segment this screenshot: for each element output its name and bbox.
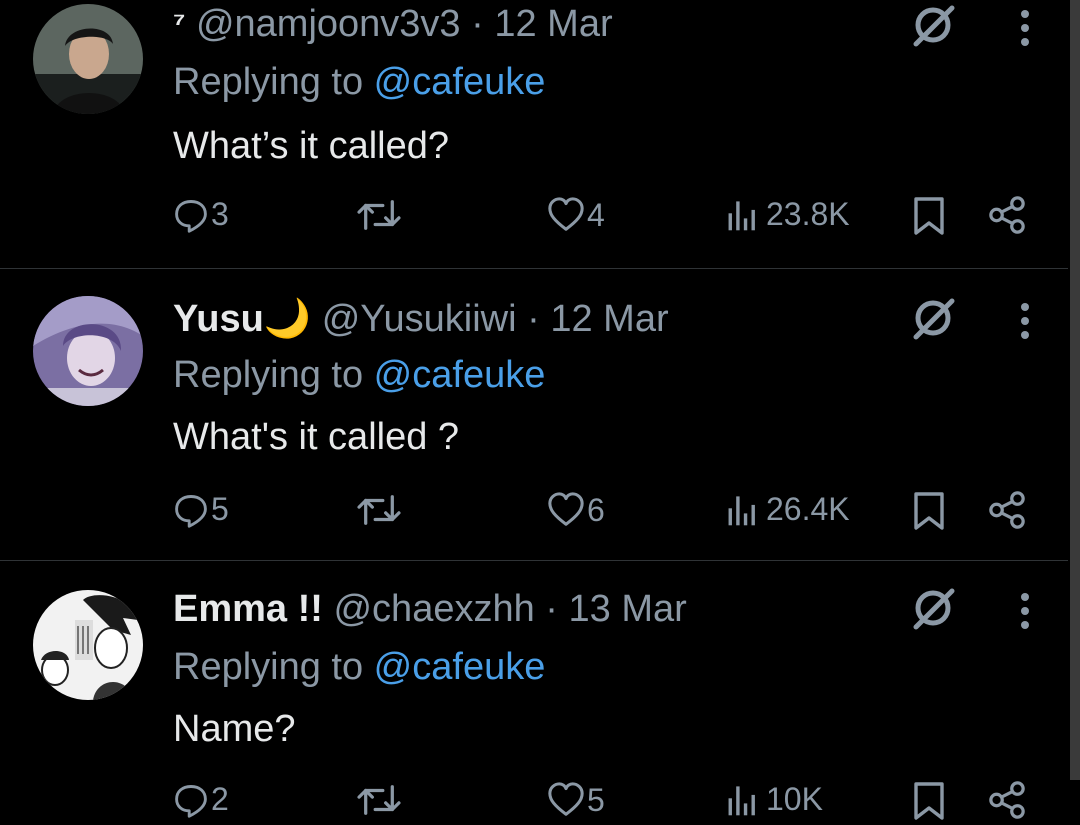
share-icon: [988, 196, 1026, 234]
like-icon: [547, 491, 585, 529]
tweet-text: What's it called ?: [173, 416, 460, 458]
bookmark-button[interactable]: [912, 781, 946, 821]
separator-dot: ·: [527, 298, 540, 340]
tweet-header: ⁷ @namjoonv3v3 · 12 Mar: [173, 2, 613, 46]
mention-link[interactable]: @cafeuke: [374, 354, 546, 396]
reply-icon: [173, 492, 209, 528]
reply-tweet[interactable]: Yusu🌙 @Yusukiiwi · 12 Mar Replying to @c…: [0, 269, 1068, 560]
views-count: 10K: [766, 781, 823, 817]
tweet-header: Yusu🌙 @Yusukiiwi · 12 Mar: [173, 297, 669, 341]
bookmark-icon: [912, 196, 946, 236]
separator-dot: ·: [471, 3, 484, 45]
user-handle[interactable]: @chaexzhh: [333, 588, 534, 630]
reply-tweet[interactable]: Emma !! @chaexzhh · 13 Mar Replying to @…: [0, 561, 1068, 821]
like-icon: [547, 196, 585, 234]
bookmark-icon: [912, 781, 946, 821]
user-handle[interactable]: @Yusukiiwi: [322, 298, 517, 340]
views-button[interactable]: 10K: [726, 781, 823, 818]
avatar[interactable]: [33, 4, 143, 114]
timestamp[interactable]: 12 Mar: [494, 3, 612, 45]
reply-tweet[interactable]: ⁷ @namjoonv3v3 · 12 Mar Replying to @caf…: [0, 0, 1068, 268]
display-name[interactable]: Emma !!: [173, 588, 323, 630]
retweet-button[interactable]: [356, 196, 402, 234]
retweet-icon: [356, 196, 402, 234]
tweet-header: Emma !! @chaexzhh · 13 Mar: [173, 587, 687, 631]
action-bar: 3 4 23.8K: [0, 196, 1068, 240]
action-bar: 5 6 26.4K: [0, 491, 1068, 535]
share-button[interactable]: [988, 781, 1026, 819]
views-button[interactable]: 26.4K: [726, 491, 850, 528]
mention-link[interactable]: @cafeuke: [374, 61, 546, 103]
more-icon[interactable]: [1019, 591, 1031, 631]
replying-to: Replying to @cafeuke: [173, 353, 545, 397]
reply-button[interactable]: 2: [173, 781, 229, 818]
share-icon: [988, 491, 1026, 529]
timestamp[interactable]: 12 Mar: [550, 298, 668, 340]
share-button[interactable]: [988, 196, 1026, 234]
reply-button[interactable]: 5: [173, 491, 229, 528]
like-button[interactable]: 6: [547, 491, 605, 529]
views-button[interactable]: 23.8K: [726, 196, 850, 233]
grok-icon[interactable]: [908, 0, 958, 50]
retweet-button[interactable]: [356, 491, 402, 529]
replying-to-label: Replying to: [173, 646, 374, 688]
like-button[interactable]: 4: [547, 196, 605, 234]
views-icon: [726, 783, 760, 817]
replying-to-label: Replying to: [173, 61, 374, 103]
like-count: 6: [587, 491, 605, 528]
display-name[interactable]: Yusu🌙: [173, 298, 311, 340]
bookmark-icon: [912, 491, 946, 531]
tweet-text: Name?: [173, 708, 296, 750]
reply-count: 3: [211, 196, 229, 232]
like-icon: [547, 781, 585, 819]
views-count: 26.4K: [766, 491, 850, 527]
retweet-icon: [356, 491, 402, 529]
views-count: 23.8K: [766, 196, 850, 232]
user-handle[interactable]: @namjoonv3v3: [196, 3, 461, 45]
reply-count: 2: [211, 781, 229, 817]
views-icon: [726, 493, 760, 527]
mention-link[interactable]: @cafeuke: [374, 646, 546, 688]
retweet-icon: [356, 781, 402, 819]
bookmark-button[interactable]: [912, 491, 946, 531]
share-icon: [988, 781, 1026, 819]
tweet-text: What’s it called?: [173, 125, 449, 167]
like-count: 5: [587, 781, 605, 818]
timestamp[interactable]: 13 Mar: [569, 588, 687, 630]
display-name[interactable]: ⁷: [173, 7, 185, 40]
like-count: 4: [587, 196, 605, 233]
action-bar: 2 5 10K: [0, 781, 1068, 825]
grok-icon[interactable]: [908, 583, 958, 633]
reply-button[interactable]: 3: [173, 196, 229, 233]
more-icon[interactable]: [1019, 8, 1031, 48]
reply-icon: [173, 782, 209, 818]
reply-icon: [173, 197, 209, 233]
views-icon: [726, 198, 760, 232]
replying-to: Replying to @cafeuke: [173, 645, 545, 689]
more-icon[interactable]: [1019, 301, 1031, 341]
reply-count: 5: [211, 491, 229, 527]
bookmark-button[interactable]: [912, 196, 946, 236]
separator-dot: ·: [545, 588, 558, 630]
avatar[interactable]: [33, 296, 143, 406]
replying-to: Replying to @cafeuke: [173, 60, 545, 104]
grok-icon[interactable]: [908, 293, 958, 343]
avatar[interactable]: [33, 590, 143, 700]
scrollbar[interactable]: [1070, 0, 1080, 780]
share-button[interactable]: [988, 491, 1026, 529]
retweet-button[interactable]: [356, 781, 402, 819]
like-button[interactable]: 5: [547, 781, 605, 819]
replying-to-label: Replying to: [173, 354, 374, 396]
